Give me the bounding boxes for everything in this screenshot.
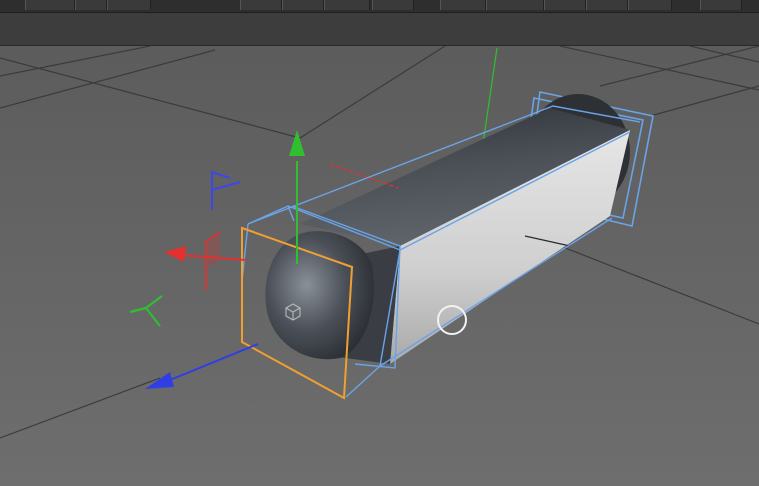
top-menu-bar [0,0,759,13]
3d-viewport[interactable] [0,46,759,486]
viewport-header-bar [0,13,759,46]
menu-button[interactable] [240,0,282,10]
menu-button[interactable] [628,0,672,10]
viewport-canvas[interactable] [0,46,759,486]
menu-button[interactable] [25,0,75,10]
menu-button[interactable] [324,0,370,10]
menu-button[interactable] [544,0,586,10]
menu-button[interactable] [440,0,486,10]
menu-button[interactable] [586,0,628,10]
menu-button[interactable] [282,0,324,10]
menu-button[interactable] [700,0,742,10]
menu-button[interactable] [372,0,414,10]
menu-button[interactable] [75,0,107,10]
menu-button[interactable] [486,0,544,10]
app-window [0,0,759,486]
menu-button[interactable] [107,0,151,10]
